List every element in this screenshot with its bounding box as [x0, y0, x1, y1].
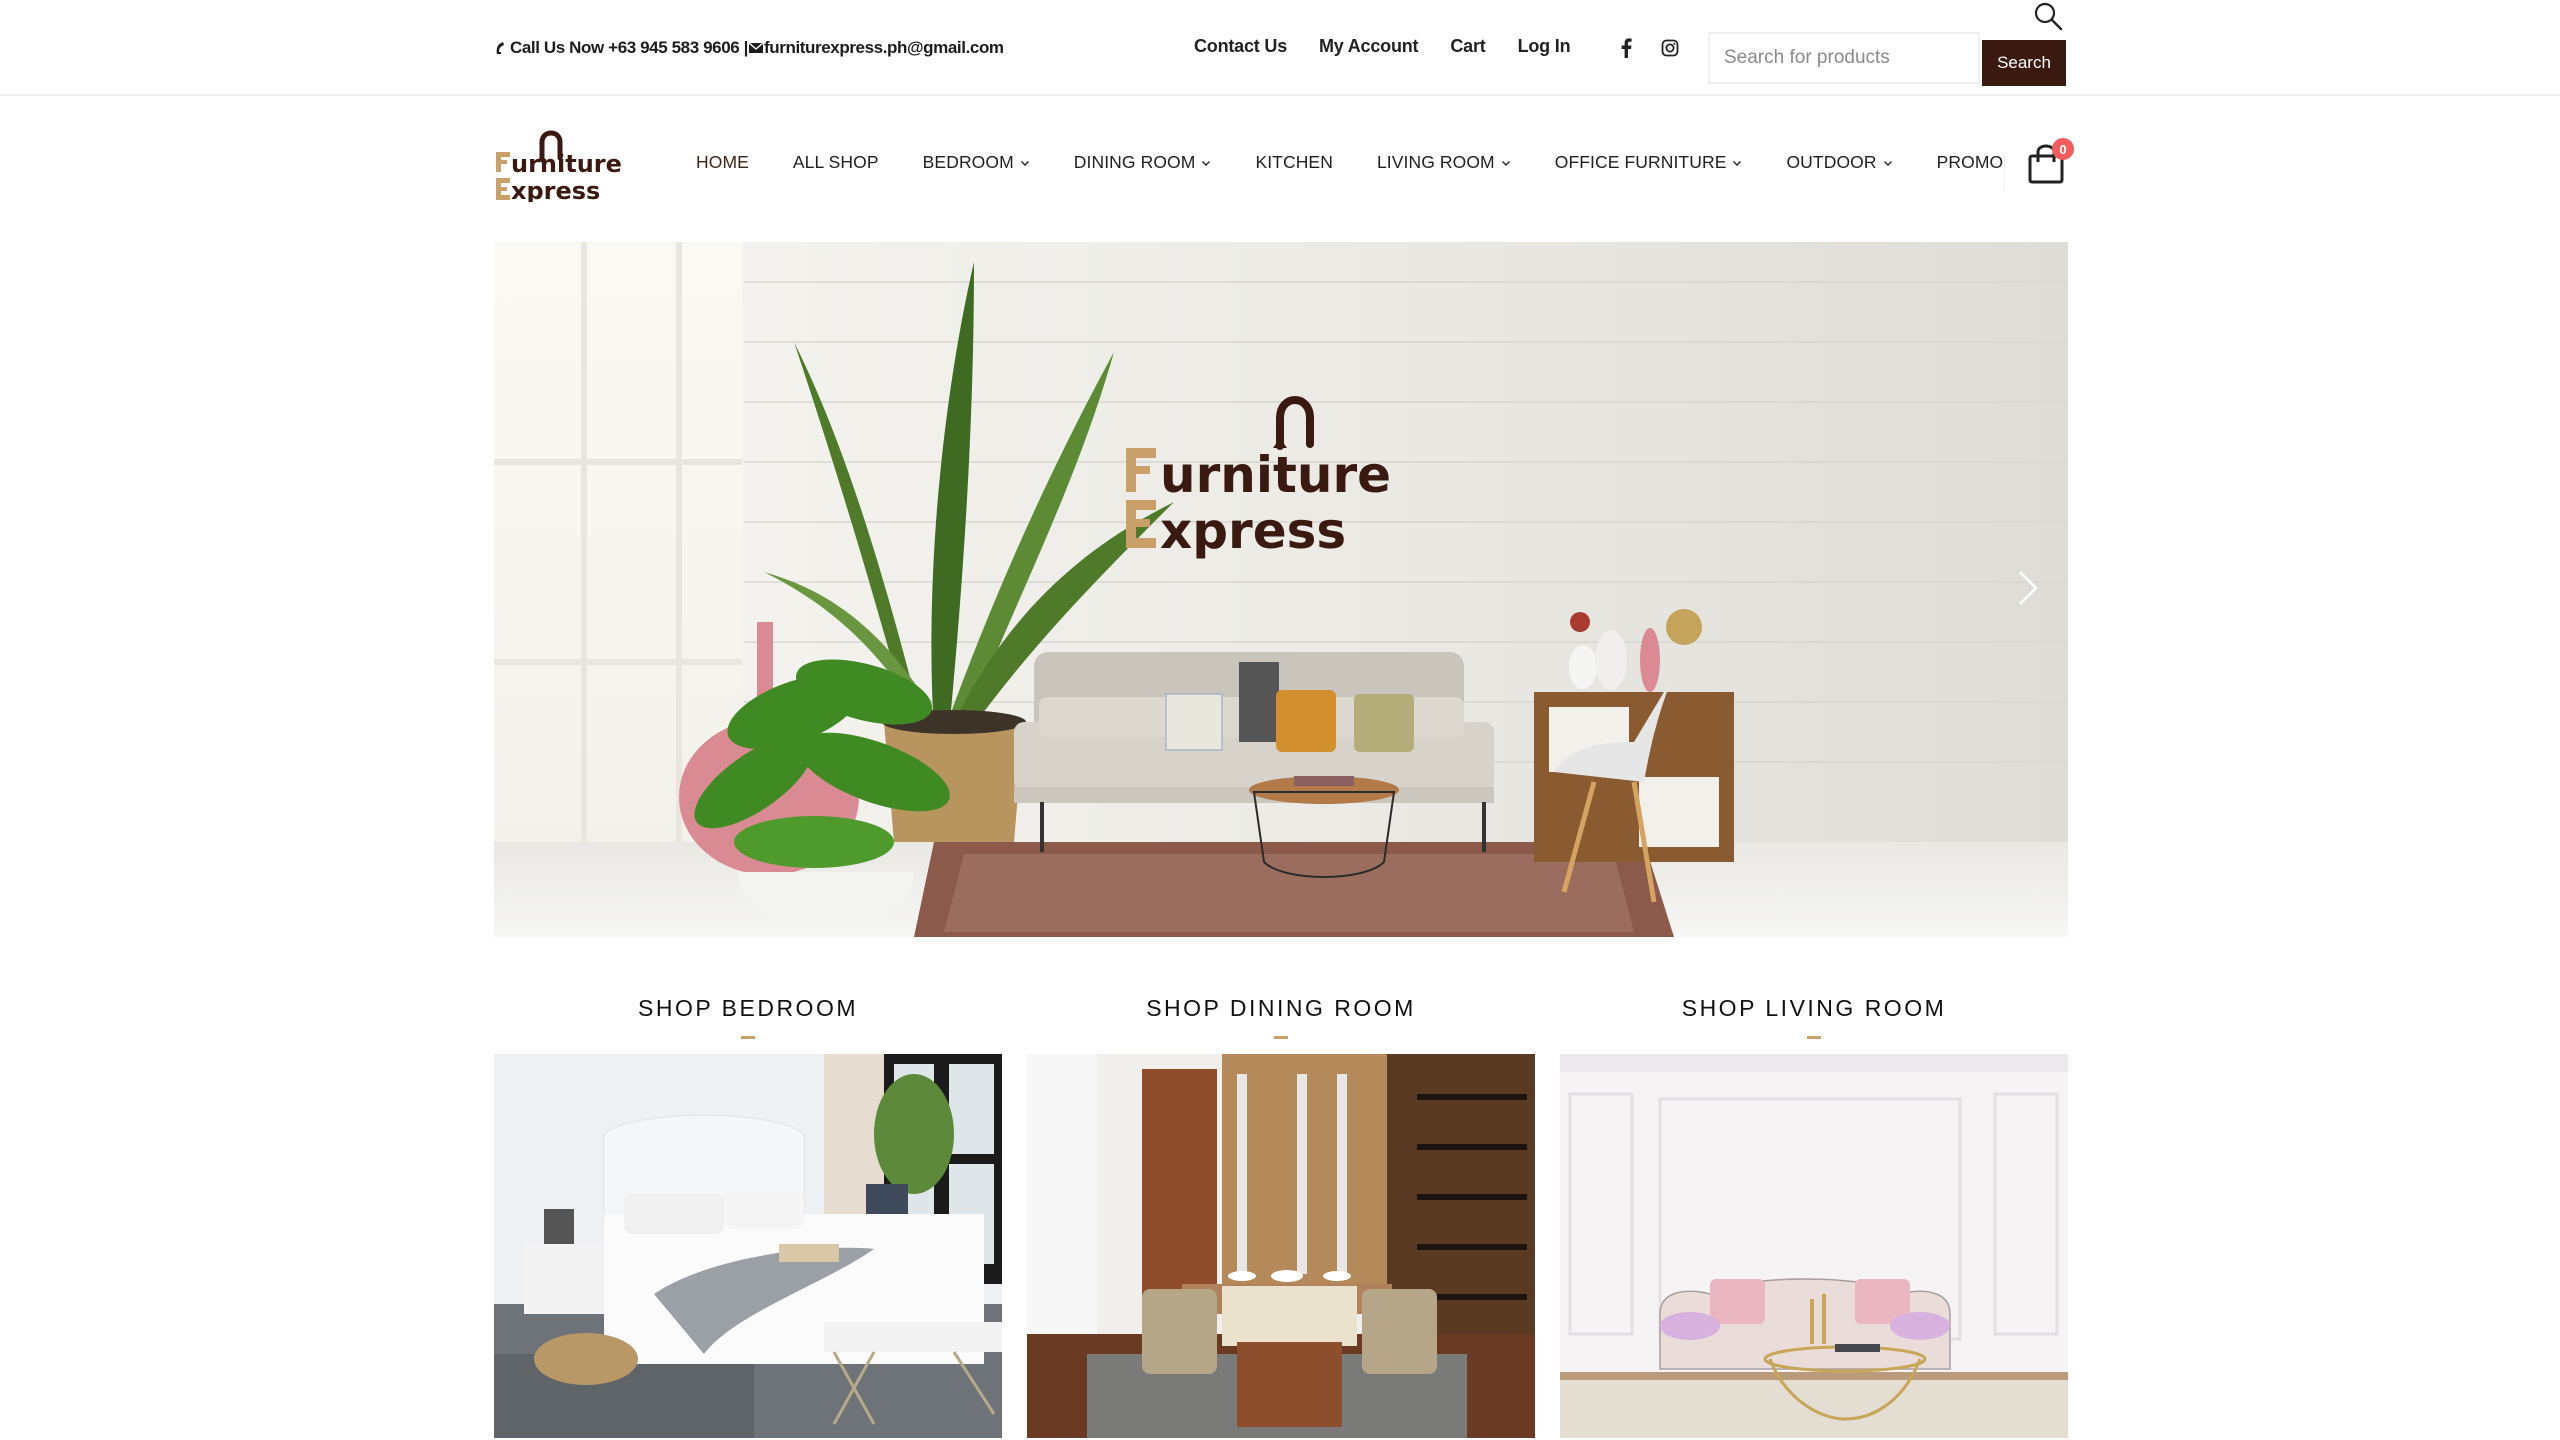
- social-links: [1616, 36, 1680, 60]
- search-icon[interactable]: [2032, 0, 2064, 32]
- nav-item-outdoor[interactable]: OUTDOOR: [1786, 152, 1892, 173]
- main-navigation: urniture xpress HOME ALL SHOP BEDROOM DI…: [0, 98, 2560, 230]
- contact-us-link[interactable]: Contact Us: [1194, 36, 1287, 57]
- search-button[interactable]: Search: [1982, 40, 2066, 86]
- nav-label: BEDROOM: [922, 152, 1014, 172]
- nav-item-all-shop[interactable]: ALL SHOP: [793, 152, 879, 173]
- nav-item-dining-room[interactable]: DINING ROOM: [1074, 152, 1212, 173]
- category-dining-room: SHOP DINING ROOM: [1027, 990, 1535, 1438]
- nav-label: DINING ROOM: [1073, 152, 1196, 172]
- logo-text-line1: urniture: [511, 150, 622, 178]
- nav-divider: [2004, 154, 2005, 190]
- category-title[interactable]: SHOP DINING ROOM: [1027, 990, 1535, 1026]
- hero-brand-logo: urniture xpress: [1126, 396, 1391, 560]
- chevron-down-icon: [1883, 160, 1892, 166]
- chevron-down-icon: [1202, 160, 1211, 166]
- nav-label: LIVING ROOM: [1376, 152, 1495, 172]
- nav-label: HOME: [696, 152, 749, 172]
- hero-logo-line1: urniture: [1160, 446, 1391, 504]
- title-underline: [741, 1036, 755, 1039]
- log-in-link[interactable]: Log In: [1518, 36, 1571, 57]
- cart-count-badge: 0: [2052, 138, 2074, 160]
- nav-label: OUTDOOR: [1786, 152, 1877, 172]
- category-living-room: SHOP LIVING ROOM: [1560, 990, 2068, 1438]
- hero-slider: urniture xpress: [494, 242, 2068, 937]
- chevron-down-icon: [1501, 160, 1510, 166]
- living-room-photo[interactable]: [1560, 1054, 2068, 1438]
- call-text: Call Us Now +63 945 583 9606 |: [510, 38, 748, 57]
- nav-item-office-furniture[interactable]: OFFICE FURNITURE: [1555, 152, 1743, 173]
- nav-item-home[interactable]: HOME: [696, 152, 749, 173]
- bedroom-photo[interactable]: [494, 1054, 1002, 1438]
- chevron-down-icon: [1020, 160, 1029, 166]
- top-links: Contact Us My Account Cart Log In: [1194, 36, 1571, 57]
- brand-logo[interactable]: urniture xpress: [494, 128, 630, 202]
- nav-label: KITCHEN: [1255, 152, 1333, 172]
- email-link[interactable]: furniturexpress.ph@gmail.com: [764, 38, 1004, 58]
- logo-text-line2: xpress: [511, 177, 600, 202]
- nav-item-promo[interactable]: PROMO: [1937, 152, 2004, 173]
- category-title[interactable]: SHOP BEDROOM: [494, 990, 1002, 1026]
- phone-icon: [494, 40, 510, 56]
- nav-label: OFFICE FURNITURE: [1554, 152, 1727, 172]
- nav-item-kitchen[interactable]: KITCHEN: [1255, 152, 1333, 173]
- hero-image: [494, 242, 2068, 937]
- nav-label: PROMO: [1936, 152, 2004, 172]
- instagram-icon[interactable]: [1660, 36, 1680, 60]
- my-account-link[interactable]: My Account: [1319, 36, 1419, 57]
- category-title[interactable]: SHOP LIVING ROOM: [1560, 990, 2068, 1026]
- chevron-down-icon: [1733, 160, 1742, 166]
- top-bar: Call Us Now +63 945 583 9606 | furniture…: [0, 0, 2560, 96]
- category-bedroom: SHOP BEDROOM: [494, 990, 1002, 1438]
- nav-item-living-room[interactable]: LIVING ROOM: [1377, 152, 1511, 173]
- nav-label: ALL SHOP: [792, 152, 879, 172]
- cart-link[interactable]: Cart: [1450, 36, 1485, 57]
- title-underline: [1274, 1036, 1288, 1039]
- nav-item-bedroom[interactable]: BEDROOM: [923, 152, 1030, 173]
- hero-logo-line2: xpress: [1160, 502, 1346, 560]
- chevron-right-icon[interactable]: [2012, 566, 2042, 610]
- facebook-icon[interactable]: [1616, 36, 1636, 60]
- envelope-icon: [748, 40, 764, 56]
- title-underline: [1807, 1036, 1821, 1039]
- dining-room-photo[interactable]: [1027, 1054, 1535, 1438]
- nav-menu: HOME ALL SHOP BEDROOM DINING ROOM KITCHE…: [696, 152, 2003, 173]
- contact-info: Call Us Now +63 945 583 9606 | furniture…: [494, 36, 1004, 60]
- search-input[interactable]: [1708, 32, 1980, 84]
